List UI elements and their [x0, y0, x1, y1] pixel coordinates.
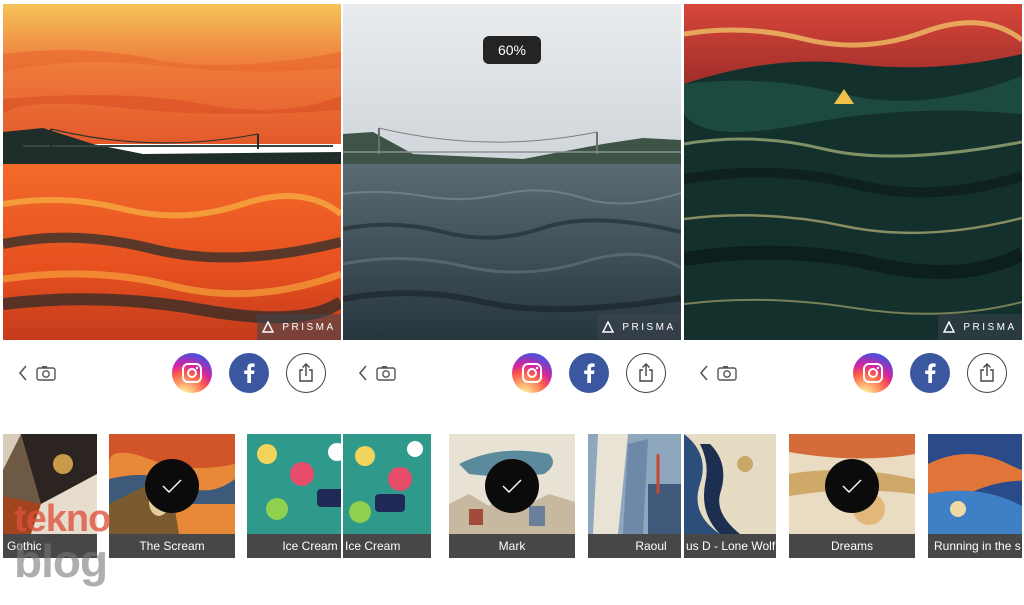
- stylized-photo: PRISMA: [684, 4, 1022, 340]
- prisma-triangle-icon: [943, 321, 956, 333]
- share-icon: [299, 363, 313, 382]
- instagram-icon: [863, 363, 883, 383]
- instagram-share-button[interactable]: [853, 353, 893, 393]
- share-icon: [980, 363, 994, 382]
- filter-ice-cream[interactable]: Ice Cream: [247, 434, 341, 558]
- dark-sea-artwork: [684, 4, 1022, 340]
- filter-label: Dreams: [789, 534, 915, 558]
- prisma-watermark: PRISMA: [257, 314, 341, 340]
- facebook-icon: [584, 363, 595, 383]
- filter-label: Raoul: [588, 534, 681, 558]
- filter-raoul[interactable]: Raoul: [588, 434, 681, 558]
- camera-button[interactable]: [35, 362, 57, 384]
- instagram-share-button[interactable]: [172, 353, 212, 393]
- facebook-share-button[interactable]: [569, 353, 609, 393]
- prisma-triangle-icon: [602, 321, 615, 333]
- filter-strip: us D - Lone Wolf Dreams Running in the s: [684, 434, 1022, 560]
- share-icon: [639, 363, 653, 382]
- back-button[interactable]: [15, 361, 31, 385]
- result-panel-3: PRISMA us D - Lone Wolf Dreams Running i…: [684, 0, 1022, 605]
- camera-button[interactable]: [716, 362, 738, 384]
- camera-icon: [717, 366, 737, 381]
- checkmark-icon: [162, 479, 182, 493]
- filter-label: Ice Cream: [247, 534, 341, 558]
- facebook-icon: [925, 363, 936, 383]
- site-watermark-logo: tekno blog: [14, 498, 134, 598]
- filter-label: Running in the s: [928, 534, 1022, 558]
- camera-icon: [36, 366, 56, 381]
- back-chevron-icon: [699, 365, 708, 381]
- facebook-icon: [244, 363, 255, 383]
- ice-cream-thumbnail: [247, 434, 341, 534]
- filter-strip: Ice Cream Mark Raoul: [343, 434, 681, 560]
- selected-check-badge: [485, 459, 539, 513]
- checkmark-icon: [502, 479, 522, 493]
- result-panel-2: 60% PRISMA Ice Cream Mark Raoul: [343, 0, 681, 605]
- selected-check-badge: [825, 459, 879, 513]
- back-chevron-icon: [18, 365, 27, 381]
- filter-mark[interactable]: Mark: [449, 434, 575, 558]
- share-toolbar: [3, 340, 341, 406]
- camera-icon: [376, 366, 396, 381]
- share-toolbar: [684, 340, 1022, 406]
- lone-wolf-thumbnail: [684, 434, 776, 534]
- orange-wave-artwork: [3, 4, 341, 340]
- instagram-icon: [182, 363, 202, 383]
- checkmark-icon: [842, 479, 862, 493]
- filter-label: us D - Lone Wolf: [684, 534, 776, 558]
- back-button[interactable]: [696, 361, 712, 385]
- instagram-share-button[interactable]: [512, 353, 552, 393]
- selected-check-badge: [145, 459, 199, 513]
- prisma-watermark: PRISMA: [938, 314, 1022, 340]
- share-toolbar: [343, 340, 681, 406]
- facebook-share-button[interactable]: [910, 353, 950, 393]
- facebook-share-button[interactable]: [229, 353, 269, 393]
- camera-button[interactable]: [375, 362, 397, 384]
- filter-running[interactable]: Running in the s: [928, 434, 1022, 558]
- watermark-text: PRISMA: [282, 321, 336, 333]
- back-chevron-icon: [358, 365, 367, 381]
- share-button[interactable]: [286, 353, 326, 393]
- back-button[interactable]: [355, 361, 371, 385]
- running-thumbnail: [928, 434, 1022, 534]
- filter-label: Mark: [449, 534, 575, 558]
- filter-dreams[interactable]: Dreams: [789, 434, 915, 558]
- instagram-icon: [522, 363, 542, 383]
- share-button[interactable]: [626, 353, 666, 393]
- prisma-triangle-icon: [262, 321, 275, 333]
- filter-label: Ice Cream: [343, 534, 431, 558]
- filter-lone-wolf[interactable]: us D - Lone Wolf: [684, 434, 776, 558]
- intensity-indicator: 60%: [483, 36, 541, 64]
- prisma-watermark: PRISMA: [597, 314, 681, 340]
- watermark-text: PRISMA: [622, 321, 676, 333]
- ice-cream-thumbnail: [343, 434, 431, 534]
- watermark-text: PRISMA: [963, 321, 1017, 333]
- stylized-photo: PRISMA: [3, 4, 341, 340]
- raoul-thumbnail: [588, 434, 681, 534]
- logo-line-2: blog: [14, 535, 108, 587]
- share-button[interactable]: [967, 353, 1007, 393]
- original-photo: 60% PRISMA: [343, 4, 681, 340]
- filter-ice-cream[interactable]: Ice Cream: [343, 434, 431, 558]
